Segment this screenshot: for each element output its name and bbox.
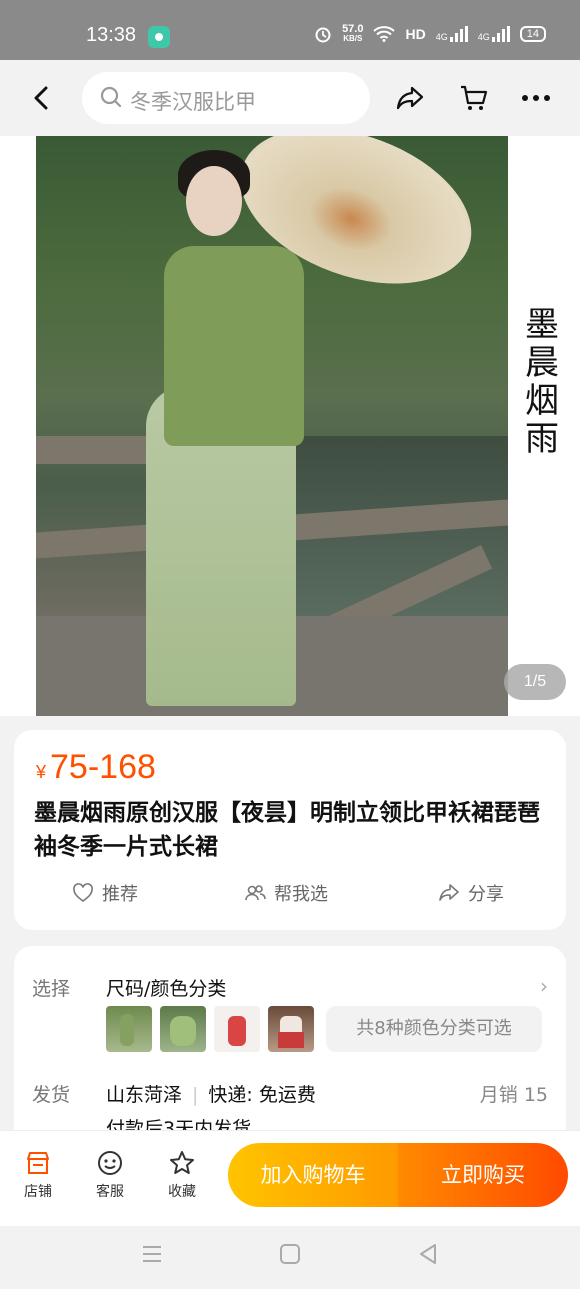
system-navigation-bar xyxy=(0,1226,580,1289)
chat-face-icon xyxy=(98,1151,122,1175)
menu-icon[interactable] xyxy=(140,1242,164,1266)
hanfu-jacket xyxy=(164,246,304,446)
app-notification-icon xyxy=(148,26,170,48)
search-icon xyxy=(100,86,122,108)
variant-thumb[interactable] xyxy=(106,1006,152,1052)
back-icon[interactable] xyxy=(30,84,54,112)
product-title: 墨晨烟雨原创汉服【夜昙】明制立领比甲袄裙琵琶袖冬季一片式长裙 xyxy=(34,800,540,860)
buy-now-button[interactable]: 立即购买 xyxy=(398,1143,568,1207)
ship-info: 山东菏泽 | 快递: 免运费 xyxy=(106,1080,316,1107)
people-icon xyxy=(245,885,266,901)
price: ¥75-168 xyxy=(36,748,156,787)
variant-count-tag[interactable]: 共8种颜色分类可选 xyxy=(326,1006,542,1052)
select-value: 尺码/颜色分类 xyxy=(106,978,227,1000)
favorite-button[interactable]: 收藏 xyxy=(152,1149,212,1201)
image-counter: 1/5 xyxy=(504,664,566,700)
recommend-label: 推荐 xyxy=(102,884,138,905)
variant-thumb[interactable] xyxy=(268,1006,314,1052)
calligraphy-overlay: 墨晨烟雨 xyxy=(525,305,559,459)
help-choose-label: 帮我选 xyxy=(274,884,328,905)
share-button[interactable]: 分享 xyxy=(438,880,504,906)
price-range: 75-168 xyxy=(50,748,156,786)
bottom-action-bar: 店铺 客服 收藏 加入购物车 立即购买 xyxy=(0,1130,580,1226)
currency-symbol: ¥ xyxy=(36,762,47,782)
options-card: 选择 尺码/颜色分类 › 共8种颜色分类可选 发货 山东菏泽 | 快递: 免运费 月… xyxy=(14,946,566,1146)
ship-label: 发货 xyxy=(32,1084,71,1106)
star-icon xyxy=(170,1151,194,1174)
chevron-right-icon: › xyxy=(540,974,548,998)
face xyxy=(186,166,242,236)
variant-thumb[interactable] xyxy=(214,1006,260,1052)
share-label: 分享 xyxy=(468,884,504,905)
product-actions: 推荐 帮我选 分享 xyxy=(14,880,566,916)
search-placeholder: 冬季汉服比甲 xyxy=(130,90,256,114)
more-icon[interactable] xyxy=(520,82,552,114)
wifi-icon xyxy=(373,26,396,42)
store-button[interactable]: 店铺 xyxy=(8,1149,68,1201)
heart-icon xyxy=(73,883,93,902)
store-icon xyxy=(27,1152,49,1174)
share-icon[interactable] xyxy=(394,82,426,114)
add-to-cart-button[interactable]: 加入购物车 xyxy=(228,1143,398,1207)
select-label: 选择 xyxy=(32,978,71,1000)
alarm-icon xyxy=(315,27,331,43)
product-photo[interactable] xyxy=(36,136,508,716)
help-choose-button[interactable]: 帮我选 xyxy=(244,880,328,906)
status-bar: 13:38 57.0 KB/S HD 4G 4G 14 xyxy=(0,0,580,60)
signal-2: 4G xyxy=(478,26,510,42)
express-fee: 快递: 免运费 xyxy=(208,1084,316,1106)
signal-1: 4G xyxy=(436,26,468,42)
status-indicators: 57.0 KB/S HD 4G 4G 14 xyxy=(314,24,546,44)
divider: | xyxy=(192,1084,199,1106)
home-icon[interactable] xyxy=(278,1242,302,1266)
favorite-label: 收藏 xyxy=(168,1184,196,1200)
product-info-card: ¥75-168 墨晨烟雨原创汉服【夜昙】明制立领比甲袄裙琵琶袖冬季一片式长裙 推… xyxy=(14,730,566,930)
battery-indicator: 14 xyxy=(519,26,546,42)
top-navigation: 冬季汉服比甲 xyxy=(0,60,580,136)
hd-label: HD xyxy=(405,26,426,42)
cart-icon[interactable] xyxy=(458,82,490,114)
share-icon xyxy=(439,884,459,901)
variant-thumb[interactable] xyxy=(160,1006,206,1052)
monthly-sales: 月销 15 xyxy=(479,1084,548,1106)
recommend-button[interactable]: 推荐 xyxy=(72,880,138,906)
customer-service-button[interactable]: 客服 xyxy=(80,1149,140,1201)
variant-thumbnails xyxy=(106,1006,314,1052)
store-label: 店铺 xyxy=(24,1184,52,1200)
product-gallery[interactable]: 墨晨烟雨 1/5 xyxy=(0,136,580,716)
service-label: 客服 xyxy=(96,1184,124,1200)
status-time: 13:38 xyxy=(86,24,137,46)
back-nav-icon[interactable] xyxy=(416,1242,440,1266)
ship-from: 山东菏泽 xyxy=(106,1084,183,1106)
search-bar[interactable]: 冬季汉服比甲 xyxy=(82,72,370,124)
network-speed: 57.0 KB/S xyxy=(342,23,364,44)
